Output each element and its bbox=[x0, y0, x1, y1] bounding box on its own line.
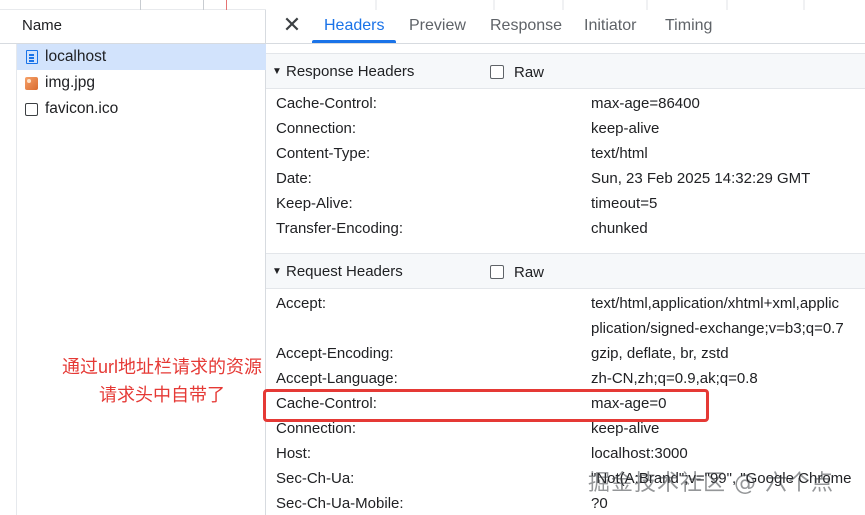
collapse-triangle-icon: ▼ bbox=[272, 265, 282, 277]
header-row: Host: localhost:3000 bbox=[276, 441, 865, 466]
name-column-header[interactable]: Name bbox=[0, 10, 266, 44]
raw-toggle[interactable]: Raw bbox=[490, 54, 544, 90]
request-headers-section[interactable]: ▼ Request Headers Raw bbox=[266, 253, 865, 289]
request-name: img.jpg bbox=[45, 74, 95, 91]
header-value: Sun, 23 Feb 2025 14:32:29 GMT bbox=[591, 170, 811, 187]
header-value: timeout=5 bbox=[591, 195, 658, 212]
request-row-img[interactable]: img.jpg bbox=[17, 70, 266, 96]
header-key: Cache-Control: bbox=[276, 95, 377, 112]
tab-timing[interactable]: Timing bbox=[665, 17, 712, 35]
header-value: chunked bbox=[591, 220, 648, 237]
header-key: Transfer-Encoding: bbox=[276, 220, 404, 237]
header-row: Connection: keep-alive bbox=[276, 116, 865, 141]
request-name: localhost bbox=[45, 48, 107, 65]
image-icon bbox=[25, 76, 38, 90]
close-icon[interactable]: ✕ bbox=[280, 14, 304, 38]
highlight-box bbox=[263, 389, 709, 422]
header-key: Accept-Encoding: bbox=[276, 345, 394, 362]
header-value: text/html bbox=[591, 145, 648, 162]
header-value: text/html,application/xhtml+xml,applic bbox=[591, 295, 840, 312]
active-tab-indicator bbox=[312, 40, 396, 43]
raw-label: Raw bbox=[514, 63, 545, 81]
annotation-line-2: 请求头中自带了 bbox=[99, 385, 225, 405]
tab-preview[interactable]: Preview bbox=[409, 17, 466, 35]
request-details-panel: ✕ Headers Preview Response Initiator Tim… bbox=[266, 0, 865, 515]
annotation-text: 通过url地址栏请求的资源 请求头中自带了 bbox=[46, 353, 278, 409]
annotation-line-1: 通过url地址栏请求的资源 bbox=[61, 357, 262, 377]
raw-toggle[interactable]: Raw bbox=[490, 254, 544, 290]
header-key: Accept-Language: bbox=[276, 370, 398, 387]
header-value-continued: plication/signed-exchange;v=b3;q=0.7 bbox=[591, 320, 844, 337]
tab-response[interactable]: Response bbox=[490, 17, 562, 35]
header-value: gzip, deflate, br, zstd bbox=[591, 345, 729, 362]
header-value: zh-CN,zh;q=0.9,ak;q=0.8 bbox=[591, 370, 758, 387]
request-row-favicon[interactable]: favicon.ico bbox=[17, 96, 266, 122]
header-row: Keep-Alive: timeout=5 bbox=[276, 191, 865, 216]
header-key: Keep-Alive: bbox=[276, 195, 353, 212]
raw-checkbox[interactable] bbox=[490, 65, 504, 79]
request-row-localhost[interactable]: localhost bbox=[17, 44, 266, 70]
header-key: Sec-Ch-Ua: bbox=[276, 470, 355, 487]
header-key: Date: bbox=[276, 170, 312, 187]
request-name: favicon.ico bbox=[45, 100, 119, 117]
header-value: keep-alive bbox=[591, 120, 660, 137]
section-title: Response Headers bbox=[286, 62, 415, 80]
header-value: max-age=86400 bbox=[591, 95, 700, 112]
collapse-triangle-icon: ▼ bbox=[272, 65, 282, 77]
checkbox-icon bbox=[25, 102, 38, 116]
header-key: Sec-Ch-Ua-Mobile: bbox=[276, 495, 404, 512]
header-key: Accept: bbox=[276, 295, 327, 312]
header-row: Transfer-Encoding: chunked bbox=[276, 216, 865, 241]
tab-initiator[interactable]: Initiator bbox=[584, 17, 636, 35]
document-icon bbox=[25, 50, 38, 64]
header-value: localhost:3000 bbox=[591, 445, 688, 462]
section-title: Request Headers bbox=[286, 262, 403, 280]
raw-label: Raw bbox=[514, 263, 545, 281]
header-row: Date: Sun, 23 Feb 2025 14:32:29 GMT bbox=[276, 166, 865, 191]
header-row: Accept-Language: zh-CN,zh;q=0.9,ak;q=0.8 bbox=[276, 366, 865, 391]
header-row: Cache-Control: max-age=86400 bbox=[276, 91, 865, 116]
header-row: Content-Type: text/html bbox=[276, 141, 865, 166]
header-key: Host: bbox=[276, 445, 312, 462]
header-row: Accept-Encoding: gzip, deflate, br, zstd bbox=[276, 341, 865, 366]
tab-headers[interactable]: Headers bbox=[324, 17, 384, 35]
header-key: Connection: bbox=[276, 120, 357, 137]
header-row: Accept: text/html,application/xhtml+xml,… bbox=[276, 291, 865, 316]
network-request-list: Name localhost img.jpg favicon.ico bbox=[0, 0, 266, 515]
details-tab-bar: ✕ Headers Preview Response Initiator Tim… bbox=[266, 0, 865, 44]
response-headers-section[interactable]: ▼ Response Headers Raw bbox=[266, 53, 865, 89]
header-key: Content-Type: bbox=[276, 145, 371, 162]
watermark: 掘金技术社区 @ 六个点 bbox=[588, 471, 834, 496]
timeline-strip bbox=[0, 0, 266, 10]
raw-checkbox[interactable] bbox=[490, 265, 504, 279]
